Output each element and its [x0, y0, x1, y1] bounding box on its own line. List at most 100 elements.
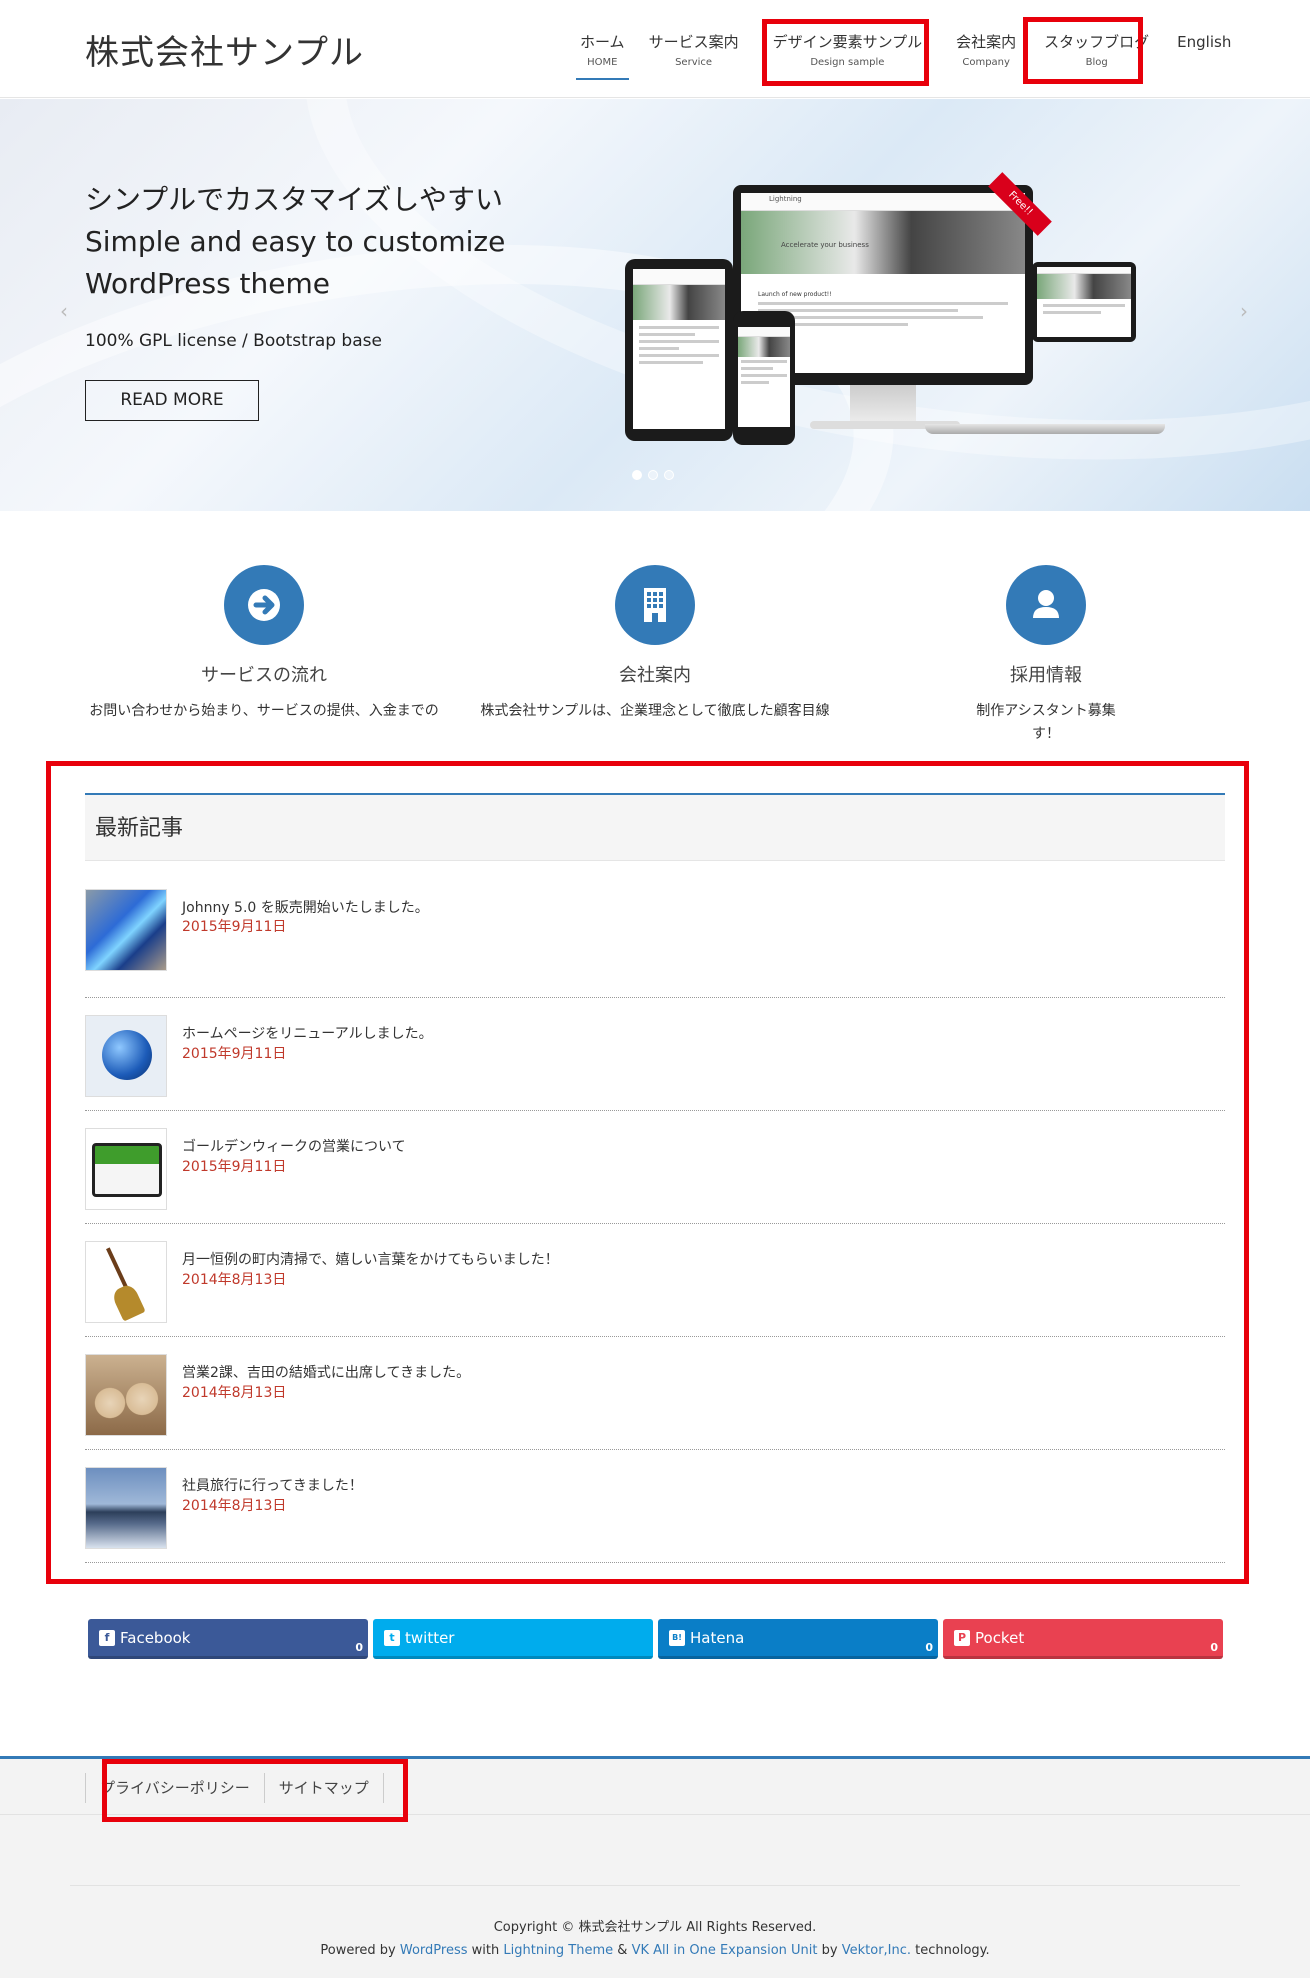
slider-dot[interactable] [632, 470, 642, 480]
nav-blog-label: スタッフブログ [1044, 33, 1150, 51]
site-header: 株式会社サンプル ホーム HOME サービス案内 Service デザイン要素サ… [0, 0, 1310, 98]
feature-desc: 制作アシスタント募集 [976, 703, 1116, 719]
powered-amp: & [617, 1943, 628, 1958]
nav-blog[interactable]: スタッフブログ Blog [1032, 28, 1161, 78]
post-item[interactable]: 社員旅行に行ってきました！ 2014年8月13日 [85, 1450, 1225, 1563]
pocket-count: 0 [1210, 1641, 1218, 1654]
nav-home-label: ホーム [580, 33, 625, 51]
post-thumbnail-laptop[interactable] [85, 889, 167, 971]
nav-design-sample[interactable]: デザイン要素サンプル Design sample [761, 28, 935, 78]
nav-service[interactable]: サービス案内 Service [637, 28, 751, 78]
slider-pagination [632, 470, 674, 480]
facebook-share-button[interactable]: f Facebook 0 [88, 1619, 368, 1659]
post-item[interactable]: 営業2課、吉田の結婚式に出席してきました。 2014年8月13日 [85, 1337, 1225, 1450]
device-laptop-base [925, 424, 1165, 434]
slider-next-arrow[interactable]: › [1240, 299, 1248, 323]
post-thumbnail-mountain[interactable] [85, 1467, 167, 1549]
feature-circle [615, 565, 695, 645]
hatena-count: 0 [925, 1641, 933, 1654]
feature-desc: お問い合わせから始まり、サービスの提供、入金までの [89, 703, 439, 719]
hero-title-line1: シンプルでカスタマイズしやすい [85, 183, 504, 216]
slider-dot[interactable] [648, 470, 658, 480]
nav-design-sample-sub: Design sample [810, 57, 885, 68]
post-date: 2015年9月11日 [182, 1159, 287, 1175]
read-more-button[interactable]: READ MORE [85, 380, 259, 421]
twitter-share-button[interactable]: t twitter [373, 1619, 653, 1659]
hatena-share-button[interactable]: B! Hatena 0 [658, 1619, 938, 1659]
slider-dot[interactable] [664, 470, 674, 480]
post-date: 2014年8月13日 [182, 1498, 287, 1514]
feature-circle [1006, 565, 1086, 645]
powered-with: with [471, 1943, 500, 1958]
nav-home-sub: HOME [587, 57, 618, 68]
facebook-icon: f [99, 1630, 115, 1646]
pocket-label: Pocket [975, 1629, 1025, 1647]
feature-company[interactable]: 会社案内 株式会社サンプルは、企業理念として徹底した顧客目線 [475, 565, 835, 723]
facebook-count: 0 [355, 1641, 363, 1654]
post-thumbnail-globe[interactable] [85, 1015, 167, 1097]
post-item[interactable]: ゴールデンウィークの営業について 2015年9月11日 [85, 1111, 1225, 1224]
copyright: Copyright © 株式会社サンプル All Rights Reserved… [493, 1920, 817, 1935]
feature-title: 採用情報 [1010, 665, 1082, 686]
feature-title: 会社案内 [619, 665, 691, 686]
vektor-link[interactable]: Vektor,Inc. [842, 1943, 911, 1958]
powered-prefix: Powered by [320, 1943, 396, 1958]
screen-tagline: Accelerate your business [781, 241, 869, 249]
device-screen [1037, 267, 1131, 337]
post-item[interactable]: 月一恒例の町内清掃で、嬉しい言葉をかけてもらいました！ 2014年8月13日 [85, 1224, 1225, 1337]
feature-desc-tail: す！ [1032, 726, 1060, 742]
screen-post-title: Launch of new product!! [758, 291, 832, 299]
pocket-icon: P [954, 1630, 970, 1646]
pocket-share-button[interactable]: P Pocket 0 [943, 1619, 1223, 1659]
post-title[interactable]: ホームページをリニューアルしました。 [182, 1023, 433, 1043]
feature-recruit[interactable]: 採用情報 制作アシスタント募集 す！ [866, 565, 1226, 743]
post-date: 2014年8月13日 [182, 1272, 287, 1288]
twitter-icon: t [384, 1630, 400, 1646]
footer-divider [70, 1885, 1240, 1886]
user-icon [1033, 590, 1059, 618]
post-title[interactable]: ゴールデンウィークの営業について [182, 1136, 406, 1156]
vk-link[interactable]: VK All in One Expansion Unit [632, 1943, 818, 1958]
hatena-label: Hatena [690, 1629, 745, 1647]
hero-slider: シンプルでカスタマイズしやすい Simple and easy to custo… [0, 99, 1310, 511]
nav-service-sub: Service [675, 57, 713, 68]
nav-blog-sub: Blog [1085, 57, 1108, 68]
device-phone [733, 311, 795, 445]
post-title[interactable]: 営業2課、吉田の結婚式に出席してきました。 [182, 1362, 470, 1382]
device-screen [738, 327, 790, 427]
site-logo[interactable]: 株式会社サンプル [85, 25, 364, 74]
post-date: 2014年8月13日 [182, 1385, 287, 1401]
hero-title-line3: WordPress theme [85, 267, 331, 300]
footer-link-sitemap[interactable]: サイトマップ [263, 1773, 384, 1803]
post-title[interactable]: Johnny 5.0 を販売開始いたしました。 [182, 897, 429, 917]
feature-service-flow[interactable]: サービスの流れ お問い合わせから始まり、サービスの提供、入金までの [84, 565, 444, 723]
post-date: 2015年9月11日 [182, 1046, 287, 1062]
post-thumbnail-broom[interactable] [85, 1241, 167, 1323]
post-title[interactable]: 月一恒例の町内清掃で、嬉しい言葉をかけてもらいました！ [182, 1249, 559, 1269]
recent-posts-header: 最新記事 [85, 793, 1225, 861]
calendar-icon [92, 1143, 162, 1197]
post-thumbnail-calendar[interactable] [85, 1128, 167, 1210]
device-screen [633, 269, 725, 429]
powered-tech: technology. [915, 1943, 990, 1958]
lightning-link[interactable]: Lightning Theme [503, 1943, 613, 1958]
globe-icon [102, 1030, 152, 1080]
facebook-label: Facebook [120, 1629, 191, 1647]
nav-home[interactable]: ホーム HOME [568, 28, 637, 80]
nav-company-sub: Company [962, 57, 1010, 68]
powered-by: Powered by WordPress with Lightning Them… [0, 1943, 1310, 1958]
post-item[interactable]: Johnny 5.0 を販売開始いたしました。 2015年9月11日 [85, 885, 1225, 998]
device-desktop-stand [850, 385, 916, 425]
nav-english[interactable]: English [1165, 28, 1243, 78]
post-title[interactable]: 社員旅行に行ってきました！ [182, 1475, 363, 1495]
slider-prev-arrow[interactable]: ‹ [60, 299, 68, 323]
post-thumbnail-bears[interactable] [85, 1354, 167, 1436]
recent-posts-title: 最新記事 [95, 816, 184, 841]
post-item[interactable]: ホームページをリニューアルしました。 2015年9月11日 [85, 998, 1225, 1111]
wordpress-link[interactable]: WordPress [400, 1943, 468, 1958]
site-footer: プライバシーポリシー サイトマップ Copyright © 株式会社サンプル A… [0, 1756, 1310, 1978]
arrow-right-icon [248, 589, 280, 621]
footer-link-privacy[interactable]: プライバシーポリシー [85, 1773, 264, 1803]
nav-company[interactable]: 会社案内 Company [944, 28, 1028, 78]
footer-nav: プライバシーポリシー サイトマップ [85, 1773, 384, 1803]
